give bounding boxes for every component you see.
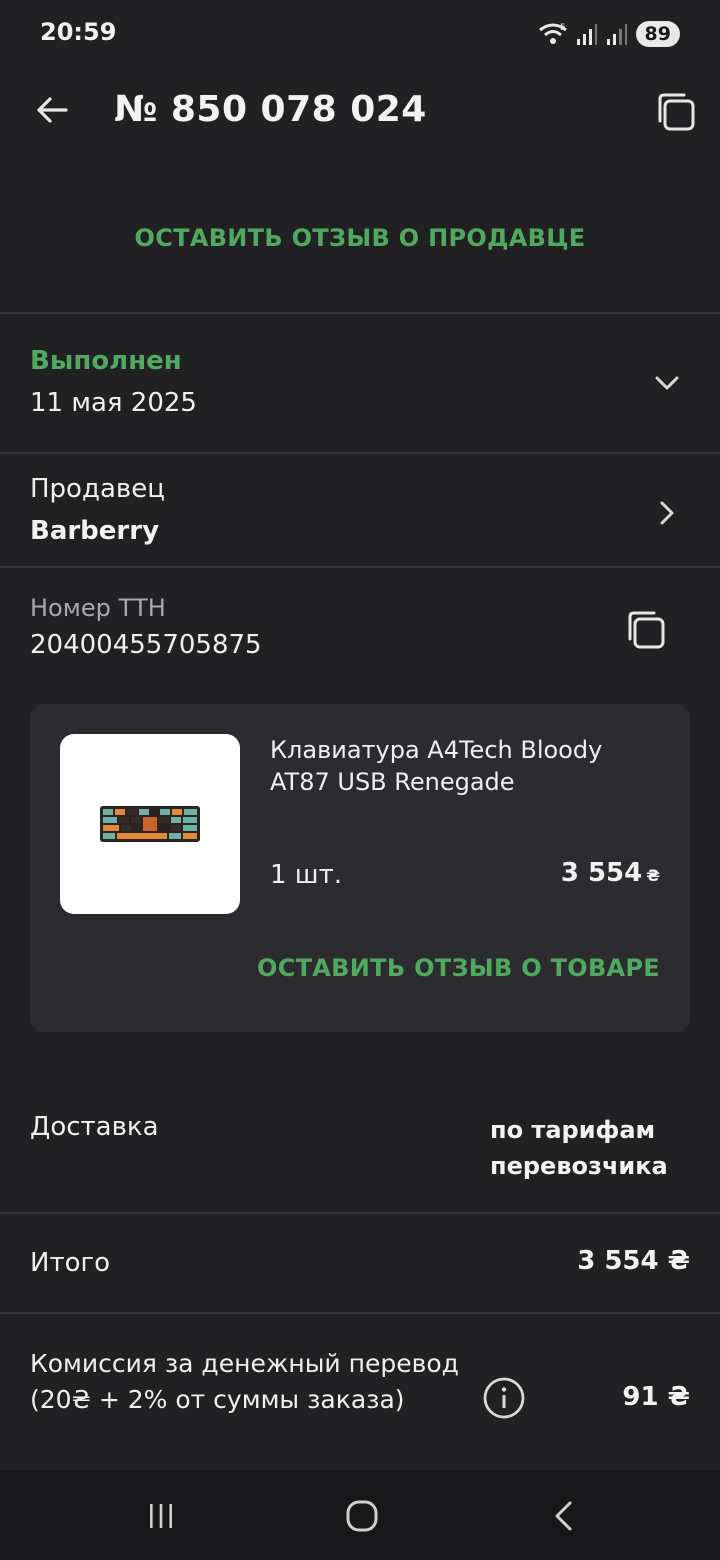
order-status-row[interactable]: Выполнен 11 мая 2025	[0, 316, 720, 454]
status-time: 20:59	[40, 18, 117, 46]
seller-row[interactable]: Продавец Barberry	[0, 456, 720, 566]
seller-label: Продавец	[30, 474, 165, 504]
status-bar: 20:59 5 89	[0, 0, 720, 68]
chevron-right-icon	[660, 501, 674, 525]
product-price: 3 554 ₴	[561, 858, 660, 888]
signal-icon	[576, 24, 597, 45]
back-chevron-icon	[555, 1501, 572, 1531]
product-image[interactable]	[60, 734, 240, 914]
copy-ttn-button[interactable]	[620, 604, 672, 656]
copy-order-number-button[interactable]	[650, 86, 702, 138]
product-name[interactable]: Клавиатура A4Tech Bloody AT87 USB Renega…	[270, 734, 650, 798]
ttn-label: Номер ТТН	[30, 594, 166, 622]
recent-apps-button[interactable]	[137, 1492, 185, 1540]
transfer-fee-row: Комиссия за денежный перевод (20₴ + 2% о…	[0, 1316, 720, 1468]
chevron-down-icon	[655, 376, 679, 390]
total-label: Итого	[30, 1248, 111, 1278]
network-badge: 5	[560, 23, 566, 33]
battery-indicator: 89	[635, 21, 680, 47]
order-status-label: Выполнен	[30, 346, 182, 376]
app-bar: № 850 078 024	[0, 72, 720, 148]
divider	[0, 452, 720, 454]
divider	[0, 312, 720, 314]
transfer-fee-label: Комиссия за денежный перевод (20₴ + 2% о…	[30, 1349, 459, 1414]
delivery-label: Доставка	[30, 1112, 159, 1142]
product-price-currency: ₴	[646, 866, 660, 885]
copy-icon	[628, 611, 665, 649]
product-price-amount: 3 554	[560, 858, 643, 888]
total-row: Итого 3 554 ₴	[0, 1216, 720, 1312]
delivery-row: Доставка по тарифам перевозчика	[0, 1100, 720, 1210]
divider	[0, 566, 720, 568]
order-number-title: № 850 078 024	[114, 89, 427, 130]
product-card[interactable]: Клавиатура A4Tech Bloody AT87 USB Renega…	[30, 704, 690, 1032]
wifi-icon: 5	[538, 23, 567, 44]
status-icons: 5 89	[538, 18, 680, 50]
total-value: 3 554 ₴	[577, 1246, 690, 1276]
ttn-value: 20400455705875	[30, 630, 262, 660]
keyboard-image	[100, 806, 200, 842]
transfer-fee-value: 91 ₴	[622, 1382, 690, 1412]
ttn-row: Номер ТТН 20400455705875	[0, 570, 720, 680]
system-back-button[interactable]	[540, 1492, 588, 1540]
order-details-screen: 20:59 5 89 № 850 078 024 ОСТАВИТЬ ОТЗЫВ …	[0, 0, 720, 1560]
arrow-left-icon	[37, 97, 68, 123]
divider	[0, 1312, 720, 1314]
leave-seller-review-button[interactable]: ОСТАВИТЬ ОТЗЫВ О ПРОДАВЦЕ	[0, 210, 720, 266]
leave-product-review-button[interactable]: ОСТАВИТЬ ОТЗЫВ О ТОВАРЕ	[257, 954, 660, 982]
seller-name: Barberry	[30, 516, 160, 546]
divider	[0, 1212, 720, 1214]
delivery-value: по тарифам перевозчика	[490, 1116, 668, 1180]
product-quantity: 1 шт.	[270, 860, 343, 890]
system-nav-bar	[0, 1470, 720, 1560]
back-button[interactable]	[28, 86, 76, 134]
info-icon[interactable]	[482, 1376, 526, 1420]
home-button[interactable]	[338, 1492, 386, 1540]
signal-icon-2	[606, 24, 627, 45]
recent-apps-icon	[150, 1504, 172, 1528]
order-status-date: 11 мая 2025	[30, 388, 197, 418]
copy-icon	[658, 93, 695, 131]
home-icon	[346, 1500, 378, 1532]
